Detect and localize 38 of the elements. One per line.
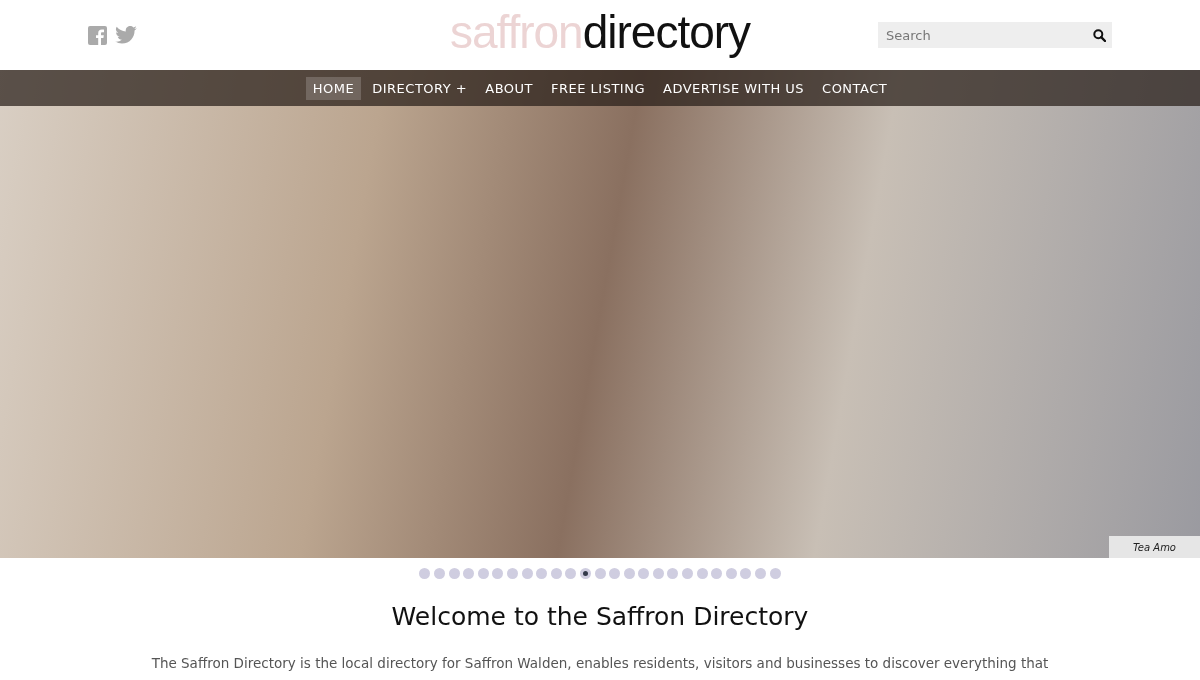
twitter-icon[interactable] — [115, 26, 137, 44]
nav-link[interactable]: HOME — [305, 76, 362, 100]
photo-caption: Tea Amo — [1108, 536, 1200, 558]
slider-dot[interactable] — [652, 568, 664, 579]
slider-dot[interactable] — [536, 568, 548, 579]
slider-dot[interactable] — [579, 568, 591, 579]
nav-link[interactable]: ABOUT — [478, 76, 541, 100]
slider-dot[interactable] — [769, 568, 781, 579]
slider-dot[interactable] — [463, 568, 475, 579]
nav-link[interactable]: FREE LISTING — [544, 76, 652, 100]
search-icon[interactable] — [1093, 29, 1106, 42]
slider-dot[interactable] — [682, 568, 694, 579]
nav-link[interactable]: ADVERTISE WITH US — [656, 76, 812, 100]
slider-dot[interactable] — [565, 568, 577, 579]
welcome-title: Welcome to the Saffron Directory — [390, 602, 810, 631]
slider-dot[interactable] — [725, 568, 737, 579]
slider-dot[interactable] — [755, 568, 767, 579]
slider-dot[interactable] — [477, 568, 489, 579]
slider-dot[interactable] — [623, 568, 635, 579]
search-field[interactable]: Search — [878, 22, 1112, 48]
slider-dot[interactable] — [696, 568, 708, 579]
slider-dot[interactable] — [740, 568, 752, 579]
slider-dot[interactable] — [638, 568, 650, 579]
slider-dot[interactable] — [711, 568, 723, 579]
slider-dot[interactable] — [506, 568, 518, 579]
slider-dot[interactable] — [609, 568, 621, 579]
slider-dot[interactable] — [667, 568, 679, 579]
welcome-text: The Saffron Directory is the local directory for Saffron Walden, enables residents, visitors and businesses to discover everything that — [150, 655, 1050, 671]
slider-dot[interactable] — [594, 568, 606, 579]
facebook-icon[interactable] — [88, 25, 107, 45]
slider-dot[interactable] — [492, 568, 504, 579]
slider-dot[interactable] — [521, 568, 533, 579]
nav-link[interactable]: DIRECTORY + — [365, 76, 475, 100]
slider-dot[interactable] — [550, 568, 562, 579]
slider-dot[interactable] — [433, 568, 445, 579]
slider-dot[interactable] — [448, 568, 460, 579]
slider-dot[interactable] — [419, 568, 431, 579]
nav-link[interactable]: CONTACT — [815, 76, 895, 100]
